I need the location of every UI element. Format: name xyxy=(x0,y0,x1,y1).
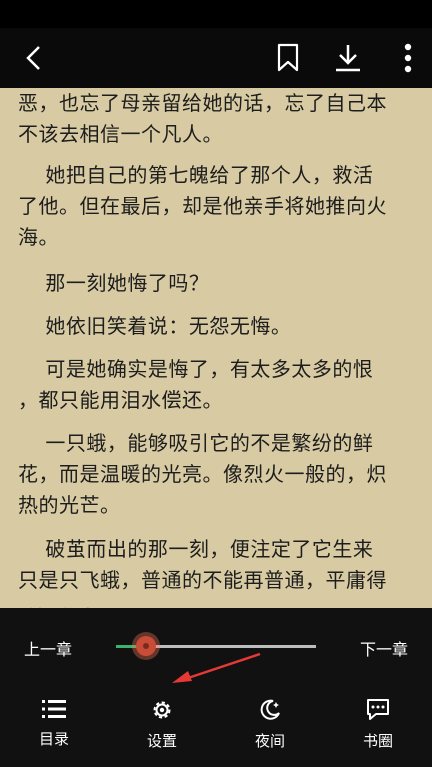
text-line: 热的光芒。 xyxy=(18,493,121,517)
text-line: 了他。但在最后，却是他亲手将她推向火 xyxy=(18,194,387,218)
more-vertical-icon xyxy=(404,43,412,73)
top-toolbar xyxy=(0,28,432,88)
download-button[interactable] xyxy=(328,28,368,88)
paragraph: 那一刻她悔了吗？ xyxy=(18,268,414,299)
gear-icon xyxy=(153,701,171,719)
nav-toc-label: 目录 xyxy=(38,730,69,748)
back-button[interactable] xyxy=(14,28,54,88)
nav-night-mode[interactable]: 夜间 xyxy=(230,698,310,758)
reader-control-panel: 上一章 下一章 目录 设置 夜间 书圈 xyxy=(0,608,432,767)
paragraph: 她依旧笑着说：无怨无悔。 xyxy=(18,311,414,342)
bookmark-button[interactable] xyxy=(270,28,306,88)
bookmark-icon xyxy=(277,43,299,72)
text-line: 她依旧笑着说：无怨无悔。 xyxy=(18,314,292,338)
text-line: 花，而是温暖的光亮。像烈火一般的，炽 xyxy=(18,462,387,486)
list-icon xyxy=(42,700,66,718)
text-line: 只是只飞蛾，普通的不能再普通，平庸得 xyxy=(18,568,387,592)
more-options-button[interactable] xyxy=(394,28,422,88)
status-bar xyxy=(0,0,432,28)
next-chapter-button[interactable]: 下一章 xyxy=(360,636,408,660)
nav-settings[interactable]: 设置 xyxy=(122,698,202,758)
text-line: 那一刻她悔了吗？ xyxy=(18,271,210,295)
reading-area[interactable]: 恶，也忘了母亲留给她的话，忘了自己本 不该去相信一个凡人。 她把自己的第七魄给了… xyxy=(0,88,432,608)
progress-slider[interactable] xyxy=(116,636,316,656)
moon-icon xyxy=(260,699,280,720)
nav-night-label: 夜间 xyxy=(254,732,285,750)
chat-bubble-icon xyxy=(367,699,389,720)
download-icon xyxy=(336,45,360,72)
nav-circle-label: 书圈 xyxy=(362,732,393,750)
text-line: ，都只能用泪水偿还。 xyxy=(18,388,223,412)
paragraph: 破茧而出的那一刻，便注定了它生来 只是只飞蛾，普通的不能再普通，平庸得 xyxy=(18,534,414,596)
nav-toc[interactable]: 目录 xyxy=(14,698,94,758)
text-line: 海。 xyxy=(18,225,59,249)
text-line: 一只蛾，能够吸引它的不是繁纷的鲜 xyxy=(18,431,374,455)
text-line: 她把自己的第七魄给了那个人，救活 xyxy=(18,163,374,187)
nav-settings-label: 设置 xyxy=(146,732,177,750)
red-arrow-annotation xyxy=(172,652,261,683)
paragraph: 一只蛾，能够吸引它的不是繁纷的鲜 花，而是温暖的光亮。像烈火一般的，炽 热的光芒… xyxy=(18,428,414,521)
paragraph: 可是她确实是悔了，有太多太多的恨 ，都只能用泪水偿还。 xyxy=(18,354,414,416)
nav-book-circle[interactable]: 书圈 xyxy=(338,698,418,758)
text-line: 可是她确实是悔了，有太多太多的恨 xyxy=(18,357,374,381)
paragraph: 她把自己的第七魄给了那个人，救活 了他。但在最后，却是他亲手将她推向火 海。 xyxy=(18,160,414,253)
text-line: 不该去相信一个凡人。 xyxy=(18,122,223,146)
chevron-left-icon xyxy=(26,46,40,70)
text-line: 恶，也忘了母亲留给她的话，忘了自己本 xyxy=(18,91,387,115)
text-line: 破茧而出的那一刻，便注定了它生来 xyxy=(18,537,374,561)
slider-thumb[interactable] xyxy=(136,636,156,656)
paragraph: 恶，也忘了母亲留给她的话，忘了自己本 不该去相信一个凡人。 xyxy=(18,88,414,150)
prev-chapter-button[interactable]: 上一章 xyxy=(24,636,72,660)
